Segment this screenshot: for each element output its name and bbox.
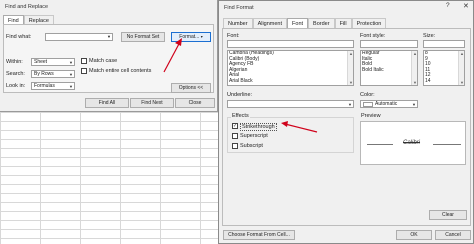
annotation-arrow-icon: [281, 121, 318, 133]
match-case-checkbox[interactable]: [81, 58, 87, 64]
close-icon[interactable]: ✕: [463, 2, 469, 10]
chevron-down-icon: ▼: [348, 102, 352, 107]
look-in-label: Look in:: [6, 83, 26, 89]
chevron-down-icon: ▼: [69, 60, 73, 65]
format-tabs: Number Alignment Font Border Fill Protec…: [223, 18, 387, 28]
preview-rule-right: [433, 144, 461, 145]
cancel-button[interactable]: Cancel: [435, 230, 471, 240]
scroll-up-icon[interactable]: ▲: [412, 51, 417, 56]
chevron-down-icon: ▼: [69, 84, 73, 89]
options-button[interactable]: Options <<: [171, 83, 211, 93]
preview-rule-left: [367, 144, 393, 145]
chevron-down-icon: ▼: [69, 72, 73, 77]
clear-button[interactable]: Clear: [429, 210, 467, 220]
find-next-button[interactable]: Find Next: [130, 98, 174, 108]
font-style-scrollbar[interactable]: ▲ ▼: [411, 51, 417, 85]
list-item[interactable]: Arial Black: [228, 78, 353, 85]
font-style-list[interactable]: Regular Italic Bold Bold Italic ▲ ▼: [360, 50, 418, 86]
find-what-label: Find what:: [6, 34, 32, 40]
look-in-value: Formulas: [34, 83, 55, 89]
strikethrough-checkbox[interactable]: ✓: [232, 123, 238, 129]
font-list[interactable]: Cambria (Headings) Calibri (Body) Agency…: [227, 50, 354, 86]
superscript-label: Superscript: [240, 133, 268, 139]
find-all-button[interactable]: Find All: [85, 98, 129, 108]
choose-format-from-cell-button[interactable]: Choose Format From Cell...: [223, 230, 295, 240]
scroll-down-icon[interactable]: ▼: [348, 80, 353, 85]
size-input[interactable]: [423, 40, 465, 48]
scroll-up-icon[interactable]: ▲: [348, 51, 353, 56]
annotation-arrow-icon: [163, 38, 182, 73]
match-entire-label: Match entire cell contents: [89, 68, 152, 74]
chevron-down-icon[interactable]: ▼: [107, 34, 111, 39]
search-select[interactable]: By Rows ▼: [31, 70, 75, 78]
superscript-checkbox[interactable]: [232, 133, 238, 139]
underline-label: Underline:: [227, 92, 253, 98]
chevron-down-icon: ▼: [412, 102, 416, 107]
tab-fill[interactable]: Fill: [334, 18, 352, 28]
tab-alignment[interactable]: Alignment: [252, 18, 288, 28]
within-value: Sheet: [34, 59, 48, 65]
size-scrollbar[interactable]: ▲ ▼: [458, 51, 464, 85]
subscript-checkbox[interactable]: [232, 143, 238, 149]
subscript-label: Subscript: [240, 143, 263, 149]
size-label: Size:: [423, 33, 436, 39]
preview-box: Calibri: [360, 121, 466, 165]
find-replace-dialog: Find and Replace Find Replace Find what:…: [0, 0, 218, 112]
no-format-set-label: No Format Set: [121, 32, 165, 42]
match-entire-checkbox[interactable]: [81, 68, 87, 74]
tab-border[interactable]: Border: [308, 18, 335, 28]
font-tab-panel: Font: Cambria (Headings) Calibri (Body) …: [222, 28, 471, 226]
color-select[interactable]: Automatic ▼: [360, 100, 418, 108]
within-select[interactable]: Sheet ▼: [31, 58, 75, 66]
list-item[interactable]: Bold Italic: [361, 67, 417, 74]
search-label: Search:: [6, 71, 25, 77]
dialog-title: Find and Replace: [5, 4, 49, 10]
font-label: Font:: [227, 33, 240, 39]
look-in-select[interactable]: Formulas ▼: [31, 82, 75, 90]
font-style-input[interactable]: [360, 40, 418, 48]
worksheet-grid[interactable]: [0, 112, 218, 244]
font-list-scrollbar[interactable]: ▲ ▼: [347, 51, 353, 85]
font-style-label: Font style:: [360, 33, 386, 39]
preview-label: Preview: [360, 113, 382, 119]
within-label: Within:: [6, 59, 23, 65]
tab-number[interactable]: Number: [223, 18, 253, 28]
effects-label: Effects: [231, 113, 250, 119]
tab-protection[interactable]: Protection: [351, 18, 387, 28]
strikethrough-label: Strikethrough: [240, 123, 277, 131]
help-icon[interactable]: ?: [446, 2, 450, 9]
preview-text: Calibri: [403, 140, 421, 146]
match-case-label: Match case: [89, 58, 118, 64]
color-value: Automatic: [375, 101, 398, 107]
font-input[interactable]: [227, 40, 354, 48]
color-swatch: [363, 102, 373, 107]
search-value: By Rows: [34, 71, 54, 77]
underline-select[interactable]: ▼: [227, 100, 354, 108]
close-button[interactable]: Close: [175, 98, 215, 108]
dialog-title: Find Format: [224, 5, 254, 11]
scroll-down-icon[interactable]: ▼: [459, 80, 464, 85]
scroll-down-icon[interactable]: ▼: [412, 80, 417, 85]
find-format-dialog: Find Format ? ✕ Number Alignment Font Bo…: [218, 0, 474, 244]
chevron-down-icon: ▾: [200, 34, 203, 39]
tab-font[interactable]: Font: [287, 18, 309, 28]
ok-button[interactable]: OK: [396, 230, 432, 240]
find-what-input[interactable]: ▼: [45, 33, 113, 41]
color-label: Color:: [360, 92, 375, 98]
size-list[interactable]: 8 9 10 11 12 14 ▲ ▼: [423, 50, 465, 86]
scroll-up-icon[interactable]: ▲: [459, 51, 464, 56]
